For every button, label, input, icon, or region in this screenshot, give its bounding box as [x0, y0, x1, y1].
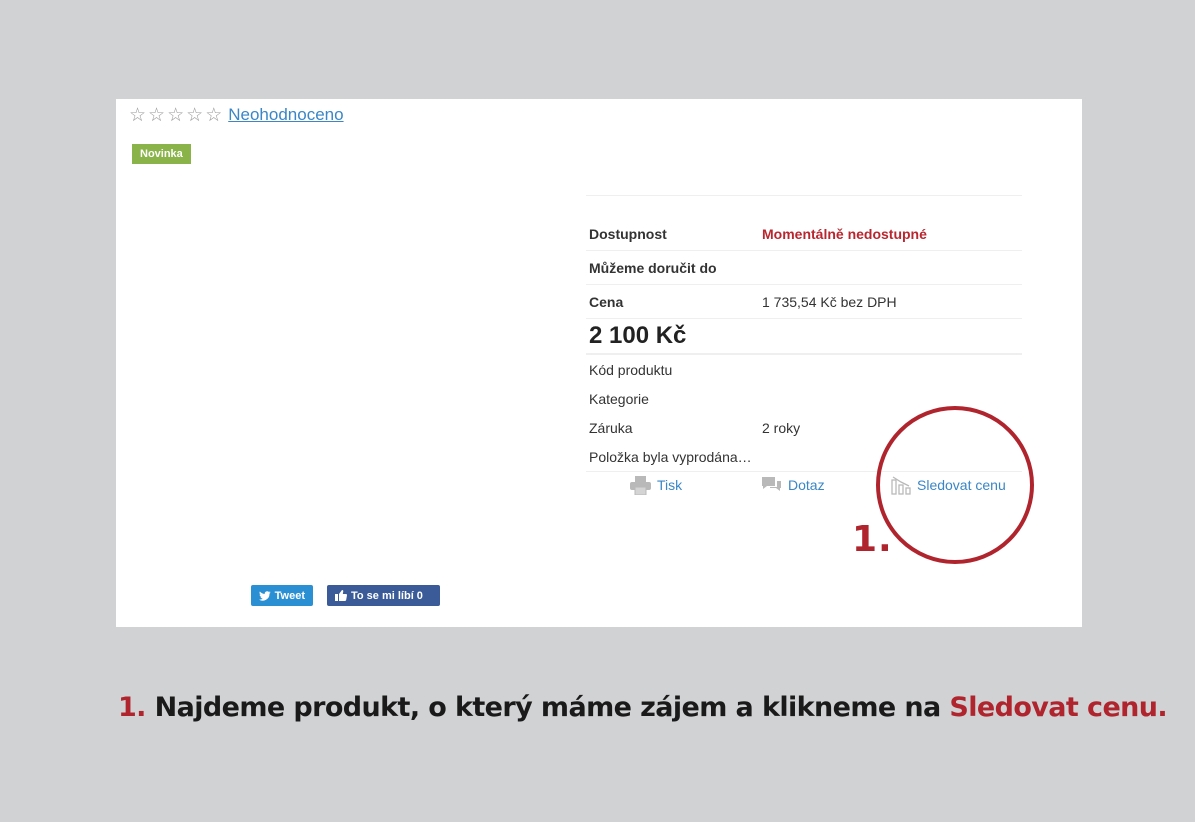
twitter-bird-icon	[259, 590, 271, 601]
thumbs-up-icon	[335, 590, 347, 601]
delivery-row: Můžeme doručit do	[586, 251, 1022, 285]
code-label: Kód produktu	[589, 361, 673, 378]
availability-value: Momentálně nedostupné	[762, 225, 927, 242]
price-label: Cena	[589, 293, 624, 310]
chat-icon	[762, 476, 781, 491]
caption-text: Najdeme produkt, o který máme zájem a kl…	[154, 692, 942, 723]
print-label: Tisk	[657, 477, 683, 493]
new-badge: Novinka	[132, 144, 191, 164]
sold-out-text: Položka byla vyprodána…	[589, 448, 752, 465]
availability-label: Dostupnost	[589, 225, 667, 242]
warranty-label: Záruka	[589, 419, 633, 436]
star-icon[interactable]: ☆	[129, 105, 146, 125]
category-label: Kategorie	[589, 390, 649, 407]
star-icon[interactable]: ☆	[148, 105, 165, 125]
instruction-caption: 1. Najdeme produkt, o který máme zájem a…	[118, 692, 1168, 723]
star-icon[interactable]: ☆	[167, 105, 184, 125]
star-icon[interactable]: ☆	[205, 105, 222, 125]
tweet-label: Tweet	[274, 589, 305, 602]
printer-icon	[630, 475, 651, 495]
rating-link[interactable]: Neohodnoceno	[228, 104, 343, 126]
price-without-vat: 1 735,54 Kč bez DPH	[762, 293, 897, 310]
price-row: Cena 1 735,54 Kč bez DPH	[586, 285, 1022, 319]
price-value: 2 100 Kč	[586, 319, 1022, 355]
question-label: Dotaz	[788, 477, 825, 493]
delivery-label: Můžeme doručit do	[589, 259, 717, 276]
facebook-like-button[interactable]: To se mi líbí 0	[327, 585, 440, 606]
step-marker: 1.	[852, 519, 893, 560]
like-label: To se mi líbí 0	[351, 589, 423, 602]
star-icon[interactable]: ☆	[186, 105, 203, 125]
caption-step-number: 1.	[118, 692, 146, 723]
tweet-button[interactable]: Tweet	[251, 585, 313, 606]
print-link[interactable]: Tisk	[630, 469, 682, 501]
rating: ☆ ☆ ☆ ☆ ☆ Neohodnoceno	[129, 104, 344, 126]
code-row: Kód produktu	[586, 355, 1022, 384]
highlight-circle	[876, 406, 1034, 564]
caption-highlight: Sledovat cenu.	[949, 692, 1168, 723]
question-link[interactable]: Dotaz	[761, 469, 825, 501]
availability-row: Dostupnost Momentálně nedostupné	[586, 217, 1022, 251]
